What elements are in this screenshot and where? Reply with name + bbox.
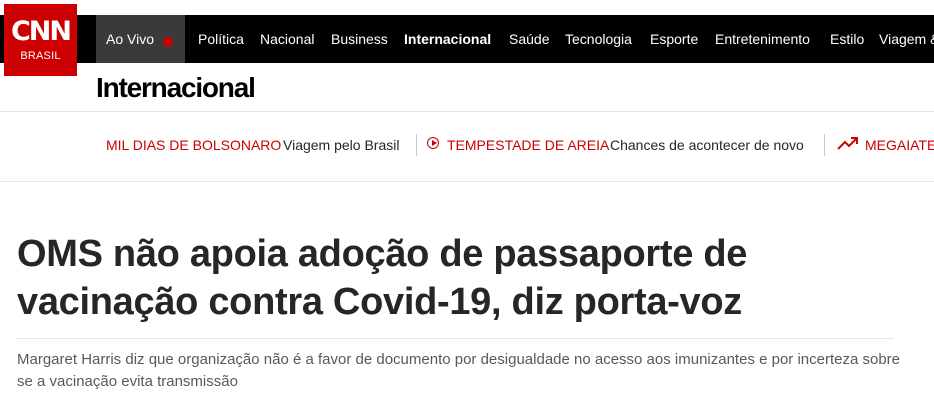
nav-item-saude[interactable]: Saúde xyxy=(509,31,549,47)
trending-link-chances[interactable]: Chances de acontecer de novo xyxy=(610,137,804,153)
article-subtitle: Margaret Harris diz que organização não … xyxy=(17,351,901,390)
divider xyxy=(17,338,894,339)
trending-tag-bolsonaro[interactable]: MIL DIAS DE BOLSONARO xyxy=(106,137,281,153)
nav-item-politica[interactable]: Política xyxy=(198,31,244,47)
divider xyxy=(0,111,934,112)
nav-item-tecnologia[interactable]: Tecnologia xyxy=(565,31,632,47)
logo-wordmark: CNN xyxy=(10,16,72,47)
nav-item-viagem[interactable]: Viagem & xyxy=(879,31,934,47)
trending-divider xyxy=(416,134,417,156)
trending-tag-megaiate[interactable]: MEGAIATE xyxy=(865,137,934,153)
divider xyxy=(0,181,934,182)
live-dot-icon xyxy=(163,37,173,47)
topbar-spacer xyxy=(0,0,934,15)
live-button[interactable]: Ao Vivo xyxy=(96,15,185,63)
article-headline: OMS não apoia adoção de passaporte de va… xyxy=(17,233,748,323)
live-label: Ao Vivo xyxy=(106,31,154,47)
trending-up-icon xyxy=(837,137,858,150)
nav-item-nacional[interactable]: Nacional xyxy=(260,31,314,47)
top-navigation: CNN BRASIL Ao Vivo Política Nacional Bus… xyxy=(0,0,934,76)
cnn-brasil-logo[interactable]: CNN BRASIL xyxy=(4,4,77,76)
trending-link-viagem[interactable]: Viagem pelo Brasil xyxy=(283,137,399,153)
section-title: Internacional xyxy=(96,72,256,103)
nav-item-internacional[interactable]: Internacional xyxy=(404,31,491,47)
logo-subtitle: BRASIL xyxy=(20,50,61,62)
nav-item-business[interactable]: Business xyxy=(331,31,388,47)
nav-item-estilo[interactable]: Estilo xyxy=(830,31,864,47)
nav-item-entretenimento[interactable]: Entretenimento xyxy=(715,31,810,47)
play-circle-icon xyxy=(427,137,439,149)
trending-tag-tempestade[interactable]: TEMPESTADE DE AREIA xyxy=(447,137,609,153)
nav-item-esporte[interactable]: Esporte xyxy=(650,31,698,47)
trending-divider xyxy=(824,134,825,156)
